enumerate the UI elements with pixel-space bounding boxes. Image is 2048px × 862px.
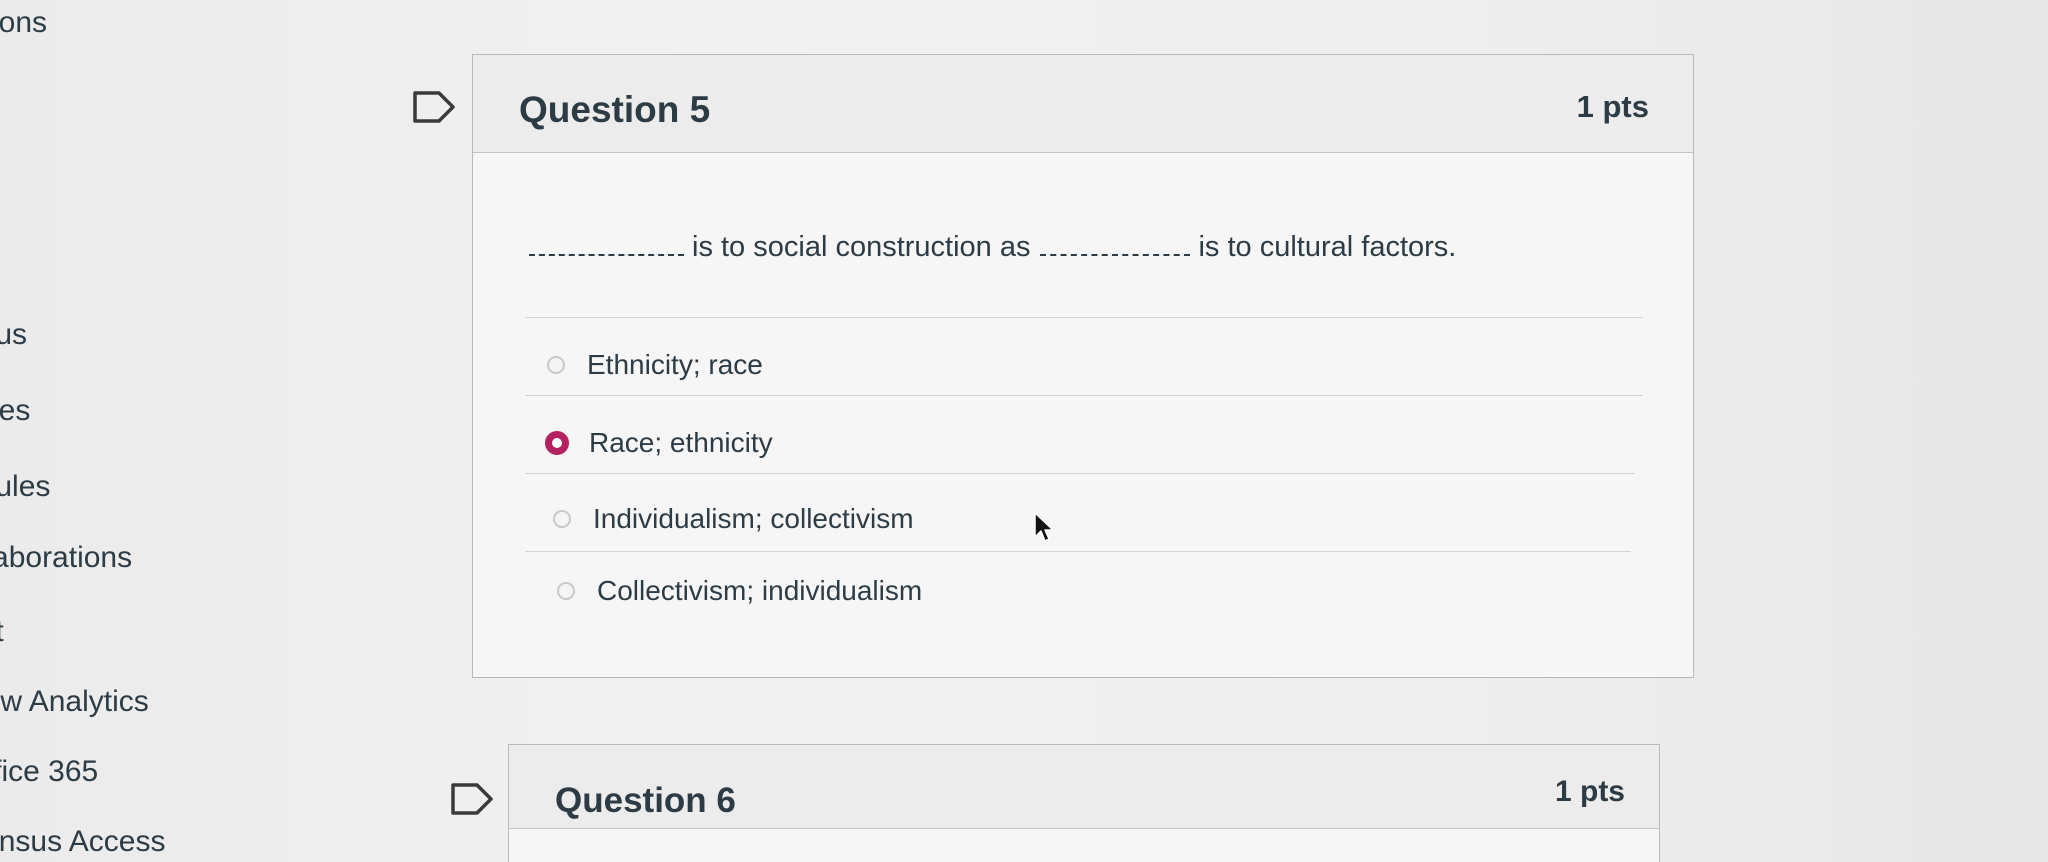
answer-option-4[interactable]: Collectivism; individualism: [557, 575, 922, 607]
mouse-pointer-icon: [1034, 512, 1054, 542]
question-text-part-1: is to social construction as: [692, 231, 1031, 263]
radio-button-selected[interactable]: [545, 431, 569, 455]
question-title: Question 5: [519, 89, 711, 130]
answer-label: Race; ethnicity: [589, 427, 773, 458]
radio-button[interactable]: [557, 582, 575, 600]
answer-option-3[interactable]: Individualism; collectivism: [553, 503, 914, 535]
question-header: Question 5 1 pts: [473, 55, 1693, 153]
nav-item-chat[interactable]: hat: [0, 615, 4, 649]
answer-option-2[interactable]: Race; ethnicity: [545, 427, 773, 459]
question-text-part-2: is to cultural factors.: [1198, 231, 1457, 263]
blank-2: [1040, 232, 1191, 256]
question-points: 1 pts: [1554, 775, 1625, 808]
question-title: Question 6: [555, 781, 736, 820]
radio-button[interactable]: [553, 510, 571, 528]
nav-item-collaborations[interactable]: ollaborations: [0, 541, 132, 575]
radio-button[interactable]: [547, 356, 565, 374]
answer-label: Collectivism; individualism: [597, 575, 923, 606]
question-text: is to social construction as is to cultur…: [521, 231, 1456, 264]
flag-question-icon[interactable]: [450, 782, 494, 816]
nav-item-discussions[interactable]: ssions: [0, 6, 47, 40]
answer-divider: [525, 551, 1631, 552]
question-5-card: Question 5 1 pts is to social constructi…: [472, 54, 1694, 678]
nav-item-sensus-access[interactable]: Sensus Access: [0, 825, 165, 859]
answer-label: Individualism; collectivism: [593, 503, 914, 534]
nav-item-office-365[interactable]: Office 365: [0, 755, 98, 789]
answer-divider: [525, 473, 1635, 474]
nav-item-new-analytics[interactable]: New Analytics: [0, 685, 149, 719]
answer-divider: [525, 395, 1643, 396]
answer-label: Ethnicity; race: [587, 349, 763, 380]
nav-item-modules[interactable]: odules: [0, 470, 50, 504]
nav-item-quizzes[interactable]: izzes: [0, 394, 30, 428]
course-navigation: ssions es le s abus izzes odules ollabor…: [0, 0, 300, 862]
question-6-card: Question 6 1 pts: [508, 744, 1660, 862]
answers-divider: [525, 317, 1643, 318]
nav-item-syllabus[interactable]: abus: [0, 318, 27, 352]
quiz-page: ssions es le s abus izzes odules ollabor…: [0, 0, 2048, 862]
question-points: 1 pts: [1576, 89, 1649, 124]
flag-question-icon[interactable]: [412, 90, 456, 124]
answer-option-1[interactable]: Ethnicity; race: [547, 349, 763, 381]
question-header: Question 6 1 pts: [509, 745, 1659, 829]
blank-1: [529, 232, 684, 256]
